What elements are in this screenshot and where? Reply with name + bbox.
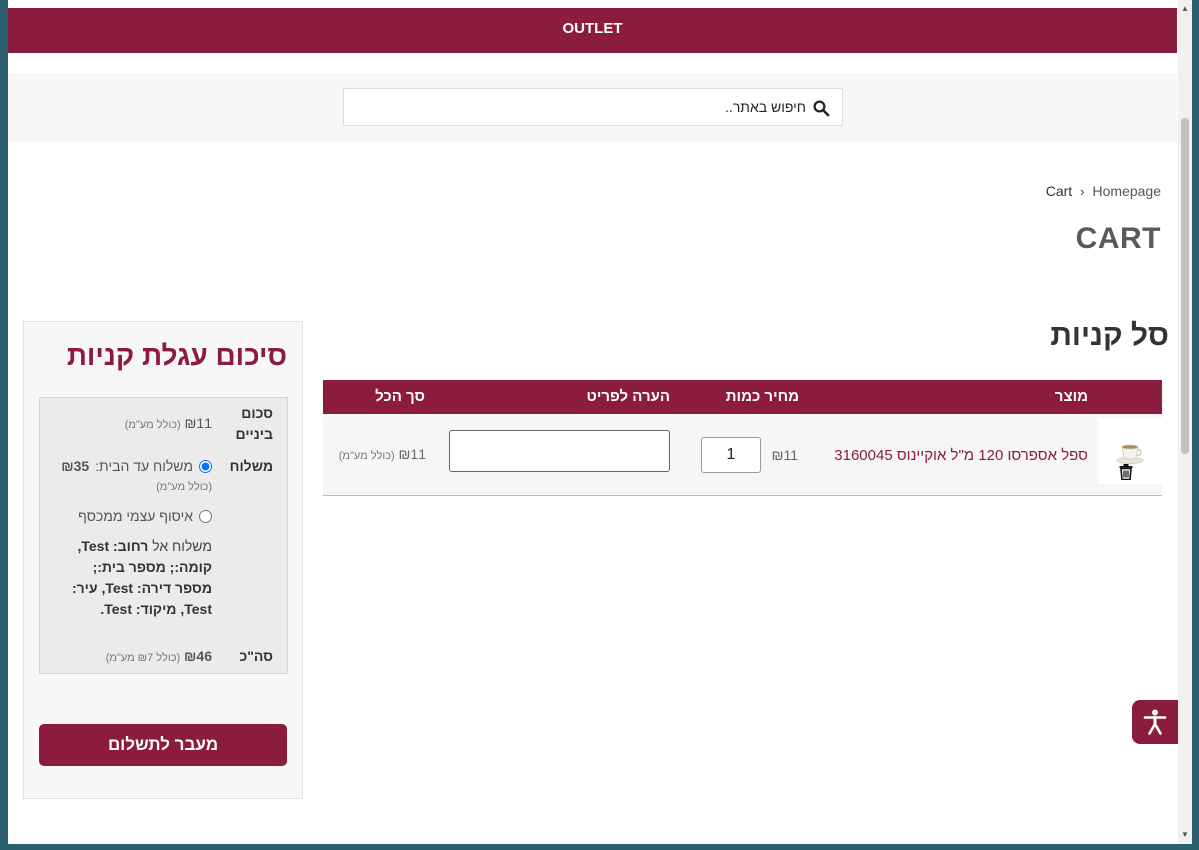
search-icon[interactable] [812, 99, 830, 117]
total-value: ₪46 [184, 648, 212, 664]
outlet-banner[interactable]: OUTLET [8, 8, 1177, 53]
table-row: ספל אספרסו 120 מ"ל אוקיינוס 3160045 ₪11 … [323, 414, 1162, 496]
home-delivery-radio[interactable] [199, 459, 212, 473]
zip-value: Test. [100, 601, 132, 617]
item-note-textarea[interactable] [449, 430, 670, 472]
breadcrumb-home-link[interactable]: Homepage [1093, 183, 1162, 199]
cart-table-header: מוצר מחיר כמות הערה לפריט סך הכל [323, 380, 1162, 414]
cart-heading: סל קניות [1050, 319, 1169, 352]
house-number-label: מספר בית:; [92, 559, 166, 575]
search-band [8, 73, 1177, 141]
shipping-option-home[interactable]: משלוח עד הבית: ₪35 [61, 458, 212, 474]
column-header-note: הערה לפריט [586, 388, 670, 405]
home-delivery-label[interactable]: משלוח עד הבית: [95, 458, 193, 474]
espresso-cup-image [1116, 444, 1144, 464]
city-value: Test, [180, 601, 212, 617]
line-total-value: ₪11 [398, 446, 426, 462]
cart-summary-panel: סיכום עגלת קניות סכום ביניים ₪11 (כולל מ… [23, 321, 303, 799]
chevron-right-icon: › [1080, 183, 1085, 199]
subtotal-vat: (כולל מע"מ) [124, 419, 181, 431]
total-vat: (כולל ₪7 מע"מ) [105, 652, 181, 664]
shipping-label: משלוח [229, 458, 273, 474]
subtotal-value-row: ₪11 (כולל מע"מ) [125, 413, 212, 436]
zip-label: מיקוד: [135, 601, 177, 617]
product-thumbnail[interactable] [1098, 418, 1162, 484]
ship-to-prefix: משלוח אל [152, 538, 212, 554]
breadcrumb-current: Cart [1045, 183, 1073, 199]
unit-price: ₪11 [771, 447, 798, 463]
street-value: Test, [77, 538, 110, 554]
search-input[interactable] [386, 97, 806, 117]
street-label: רחוב: [113, 538, 149, 554]
city-label: עיר: [71, 580, 98, 596]
home-delivery-price: ₪35 [61, 458, 90, 474]
vertical-scrollbar[interactable]: ▲ ▼ [1178, 0, 1192, 844]
scrollbar-thumb[interactable] [1181, 118, 1189, 454]
column-header-price-qty: מחיר כמות [725, 388, 799, 405]
summary-totals-box: סכום ביניים ₪11 (כולל מע"מ) משלוח משלוח … [39, 397, 288, 674]
line-total: ₪11 (כולל מע"מ) [339, 446, 426, 462]
trash-icon[interactable] [1119, 464, 1133, 480]
browser-viewport: OUTLET Cart › Homepage CART סל קניות מוצ… [8, 0, 1178, 844]
scroll-down-arrow-icon[interactable]: ▼ [1181, 830, 1189, 839]
product-name-link[interactable]: ספל אספרסו 120 מ"ל אוקיינוס 3160045 [834, 447, 1088, 464]
self-pickup-radio[interactable] [199, 509, 212, 523]
self-pickup-label[interactable]: איסוף עצמי ממכסף [78, 508, 193, 524]
breadcrumb: Cart › Homepage [1046, 183, 1161, 199]
accessibility-button[interactable] [1132, 700, 1178, 744]
search-box[interactable] [343, 88, 843, 126]
total-value-row: ₪46 (כולל ₪7 מע"מ) [106, 646, 212, 669]
checkout-button[interactable]: מעבר לתשלום [39, 724, 287, 766]
column-header-product: מוצר [1054, 388, 1088, 405]
quantity-input[interactable] [701, 437, 761, 473]
apartment-label: מספר דירה: [136, 580, 212, 596]
floor-label: קומה:; [169, 559, 212, 575]
page-title: CART [1075, 222, 1161, 255]
line-total-vat: (כולל מע"מ) [338, 450, 395, 462]
cart-table: מוצר מחיר כמות הערה לפריט סך הכל ספל אספ… [323, 380, 1162, 496]
shipping-address: משלוח אל רחוב: Test, קומה:; מספר בית:; מ… [52, 536, 212, 620]
summary-title: סיכום עגלת קניות [66, 340, 287, 371]
home-delivery-vat: (כולל מע"מ) [156, 481, 212, 493]
shipping-option-pickup[interactable]: איסוף עצמי ממכסף [78, 508, 212, 524]
subtotal-label: סכום ביניים [235, 405, 273, 442]
accessibility-icon [1143, 709, 1167, 735]
column-header-total: סך הכל [375, 388, 425, 405]
scroll-up-arrow-icon[interactable]: ▲ [1181, 4, 1189, 13]
total-label: סה"כ [239, 648, 273, 664]
subtotal-value: ₪11 [184, 415, 212, 431]
outlet-label[interactable]: OUTLET [563, 20, 623, 37]
apartment-value: Test, [101, 580, 134, 596]
